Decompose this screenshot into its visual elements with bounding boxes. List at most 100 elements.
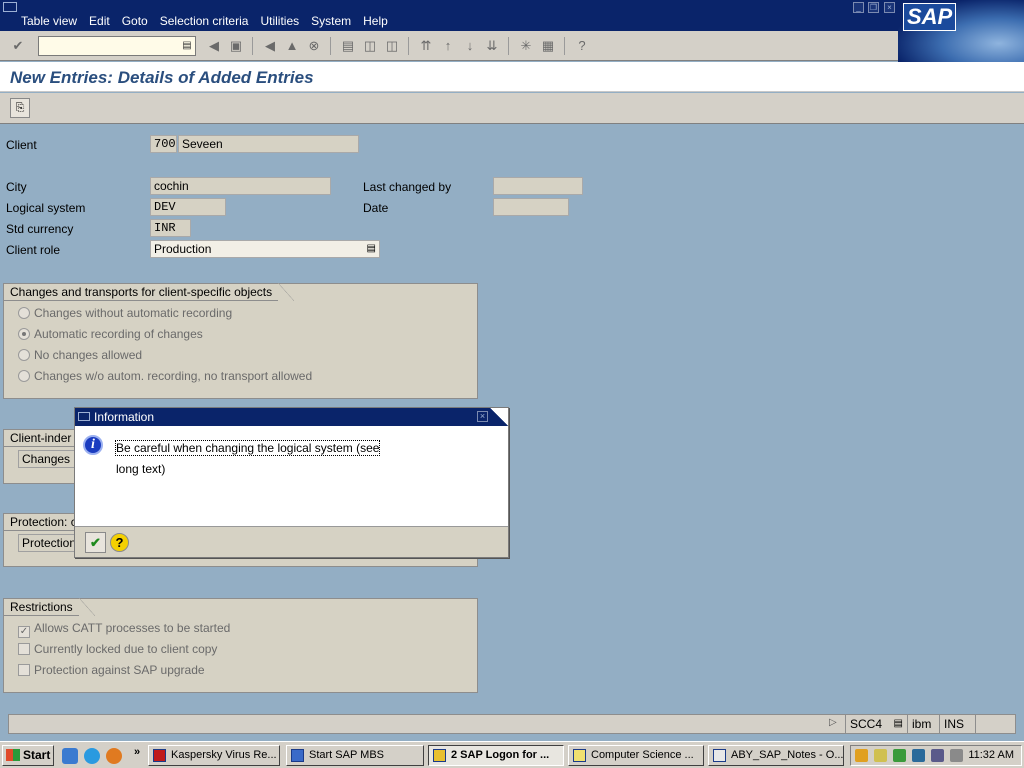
sap-logo-text: SAP — [903, 3, 957, 31]
status-server: ibm — [907, 715, 939, 733]
std-currency-field[interactable]: INR — [150, 219, 191, 237]
menu-edit[interactable]: Edit — [89, 14, 110, 28]
radio-no-changes[interactable]: No changes allowed — [18, 348, 142, 362]
status-mode[interactable]: INS — [939, 715, 975, 733]
windows-taskbar: Start » Kaspersky Virus Re... Start SAP … — [0, 741, 1024, 768]
collapse-arrow-icon[interactable]: ◀ — [206, 38, 222, 54]
next-page-icon[interactable]: ↓ — [462, 38, 478, 54]
create-session-icon[interactable]: ✳ — [518, 38, 534, 54]
checkbox-locked-client-copy[interactable]: Currently locked due to client copy — [18, 642, 217, 656]
radio-button-selected[interactable] — [18, 328, 30, 340]
radio-button[interactable] — [18, 370, 30, 382]
create-shortcut-icon[interactable]: ▦ — [540, 38, 556, 54]
city-field[interactable]: cochin — [150, 177, 331, 195]
information-dialog: Information × i Be careful when changing… — [74, 407, 509, 558]
dialog-close-icon[interactable]: × — [477, 411, 488, 422]
menu-help[interactable]: Help — [363, 14, 388, 28]
date-field — [493, 198, 569, 216]
menu-table-view[interactable]: Table view — [21, 14, 77, 28]
status-expand-icon[interactable]: ▷ — [829, 717, 837, 728]
tray-icon-2[interactable] — [874, 749, 887, 762]
last-changed-by-label: Last changed by — [363, 180, 452, 194]
title-area: New Entries: Details of Added Entries — [0, 62, 1024, 92]
continue-button[interactable]: ✔ — [85, 532, 106, 553]
clock[interactable]: 11:32 AM — [968, 746, 1014, 765]
cancel-icon[interactable]: ⊗ — [306, 38, 322, 54]
quicklaunch-more-icon[interactable]: » — [134, 746, 140, 758]
menu-goto[interactable]: Goto — [122, 14, 148, 28]
client-role-dropdown[interactable]: Production ▤ — [150, 240, 380, 258]
status-dropdown-icon[interactable]: ▤ — [894, 715, 903, 733]
menu-selection-criteria[interactable]: Selection criteria — [160, 14, 249, 28]
tray-volume-icon[interactable] — [950, 749, 963, 762]
client-role-label: Client role — [6, 243, 61, 257]
dialog-corner — [490, 408, 508, 426]
status-bar: ▷ SCC4 ▤ ibm INS — [8, 714, 1016, 734]
client-field[interactable]: 700 — [150, 135, 177, 153]
date-label: Date — [363, 201, 389, 215]
restrictions-title: Restrictions — [4, 598, 95, 616]
task-sap-logon[interactable]: 2 SAP Logon for ... — [428, 745, 564, 766]
dialog-system-icon[interactable] — [78, 412, 90, 421]
tray-icon-5[interactable] — [931, 749, 944, 762]
previous-page-icon[interactable]: ↑ — [440, 38, 456, 54]
checkbox-allows-catt[interactable]: ✓ Allows CATT processes to be started — [18, 621, 230, 638]
dialog-title: Information — [94, 410, 155, 424]
other-entry-button[interactable]: ⎘ — [10, 98, 30, 118]
radio-button[interactable] — [18, 307, 30, 319]
restrictions-group: Restrictions ✓ Allows CATT processes to b… — [3, 598, 478, 693]
changes-transports-group: Changes and transports for client-specif… — [3, 283, 478, 399]
menu-utilities[interactable]: Utilities — [260, 14, 299, 28]
help-button[interactable]: ? — [110, 533, 129, 552]
internet-explorer-icon[interactable] — [84, 748, 100, 764]
firefox-icon[interactable] — [106, 748, 122, 764]
find-next-icon[interactable]: ◫ — [384, 38, 400, 54]
command-field[interactable]: ▤ — [38, 36, 196, 56]
sap-logo: SAP — [898, 0, 1024, 62]
checkbox[interactable] — [18, 664, 30, 676]
show-desktop-icon[interactable] — [62, 748, 78, 764]
system-toolbar: ✔ ▤ ◀ ▣ ◀ ▲ ⊗ ▤ ◫ ◫ ⇈ ↑ ↓ ⇊ ✳ ▦ ? — [0, 31, 898, 61]
checkbox-checked[interactable]: ✓ — [18, 626, 30, 638]
client-name-field[interactable]: Seveen — [178, 135, 359, 153]
close-window-button[interactable]: × — [884, 2, 895, 13]
task-aby-sap-notes[interactable]: ABY_SAP_Notes - O... — [708, 745, 844, 766]
start-button[interactable]: Start — [2, 745, 54, 766]
radio-automatic-recording[interactable]: Automatic recording of changes — [18, 327, 203, 341]
checkbox[interactable] — [18, 643, 30, 655]
system-menu-icon[interactable] — [3, 2, 17, 12]
radio-button[interactable] — [18, 349, 30, 361]
dropdown-icon[interactable]: ▤ — [367, 241, 376, 257]
enter-icon[interactable]: ✔ — [10, 38, 26, 54]
dialog-message: Be careful when changing the logical sys… — [114, 438, 406, 480]
dialog-message-line1[interactable]: Be careful when changing the logical sys… — [114, 440, 381, 456]
task-computer-science[interactable]: Computer Science ... — [568, 745, 704, 766]
print-icon[interactable]: ▤ — [340, 38, 356, 54]
tray-network-icon[interactable] — [912, 749, 925, 762]
menu-system[interactable]: System — [311, 14, 351, 28]
checkbox-protection-upgrade[interactable]: Protection against SAP upgrade — [18, 663, 205, 677]
protection-title: Protection: c — [4, 513, 99, 531]
tray-icon-3[interactable] — [893, 749, 906, 762]
tray-icon-1[interactable] — [855, 749, 868, 762]
info-icon: i — [83, 435, 103, 455]
minimize-button[interactable]: _ — [853, 2, 864, 13]
command-history-icon[interactable]: ▤ — [181, 39, 193, 53]
help-icon[interactable]: ? — [574, 38, 590, 54]
logical-system-field[interactable]: DEV — [150, 198, 226, 216]
back-icon[interactable]: ◀ — [262, 38, 278, 54]
first-page-icon[interactable]: ⇈ — [418, 38, 434, 54]
last-page-icon[interactable]: ⇊ — [484, 38, 500, 54]
radio-changes-no-transport[interactable]: Changes w/o autom. recording, no transpo… — [18, 369, 312, 383]
task-start-sap-mbs[interactable]: Start SAP MBS — [286, 745, 424, 766]
status-empty-cell — [975, 715, 995, 733]
find-icon[interactable]: ◫ — [362, 38, 378, 54]
save-icon[interactable]: ▣ — [228, 38, 244, 54]
task-kaspersky[interactable]: Kaspersky Virus Re... — [148, 745, 280, 766]
windows-logo-icon — [6, 749, 20, 761]
radio-changes-without-recording[interactable]: Changes without automatic recording — [18, 306, 232, 320]
exit-icon[interactable]: ▲ — [284, 38, 300, 54]
status-transaction[interactable]: SCC4 ▤ — [845, 715, 907, 733]
std-currency-label: Std currency — [6, 222, 74, 236]
restore-button[interactable]: ❐ — [868, 2, 879, 13]
